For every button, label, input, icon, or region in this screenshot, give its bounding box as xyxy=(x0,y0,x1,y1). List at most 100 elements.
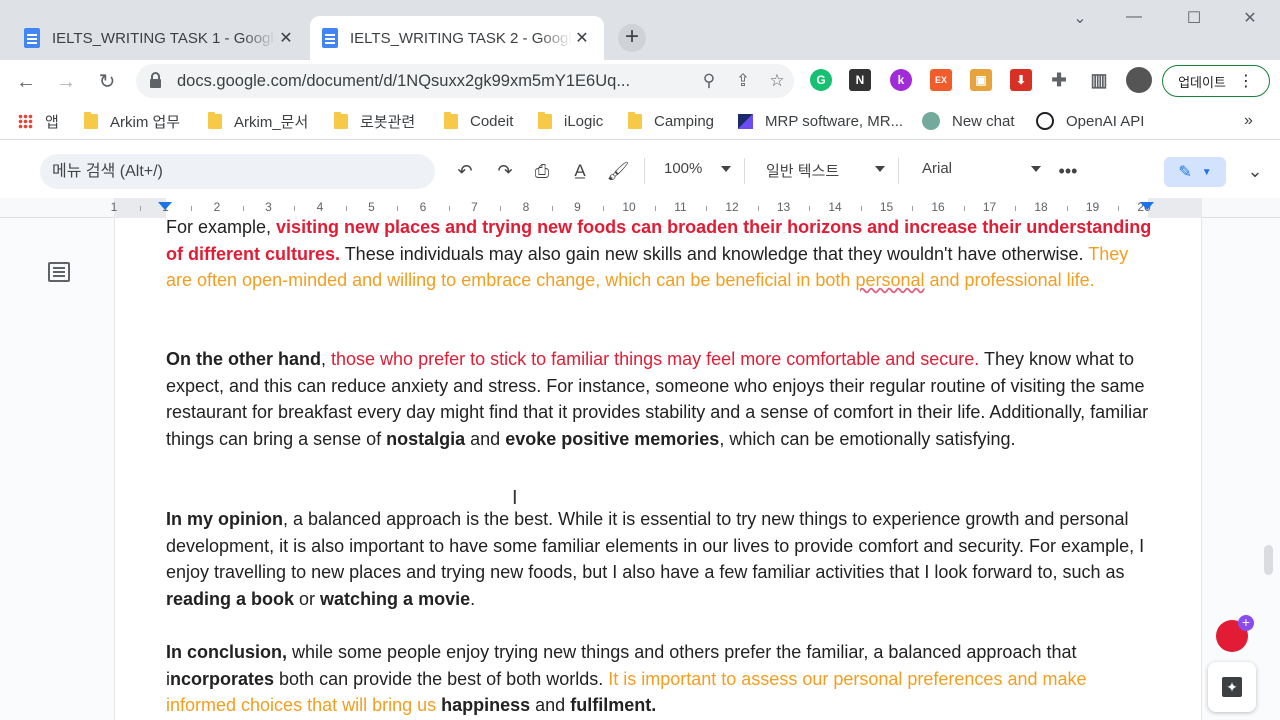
chevron-down-icon[interactable]: ⌄ xyxy=(1064,8,1096,32)
paragraph-2[interactable]: On the other hand, those who prefer to s… xyxy=(166,346,1156,452)
collapse-toolbar-icon[interactable]: ⌄ xyxy=(1242,158,1268,184)
extension-icon[interactable]: k xyxy=(890,69,912,91)
scrollbar-thumb[interactable] xyxy=(1264,545,1273,575)
extension-icon[interactable]: ▣ xyxy=(970,69,992,91)
ruler-tick xyxy=(963,206,965,211)
extension-icon[interactable]: EX xyxy=(930,69,952,91)
explore-button[interactable]: ✦ xyxy=(1208,662,1256,712)
minimize-icon[interactable]: — xyxy=(1118,8,1150,32)
editing-mode-button[interactable]: ✎ ▼ xyxy=(1164,157,1226,187)
back-icon[interactable]: ← xyxy=(12,68,40,96)
zoom-select[interactable]: 100% xyxy=(664,160,702,177)
bookmark-openai-api[interactable]: OpenAI API xyxy=(1036,110,1144,132)
left-indent-marker[interactable] xyxy=(158,202,172,210)
text-run: For example, xyxy=(166,217,277,237)
undo-icon[interactable]: ↶ xyxy=(452,158,478,184)
zoom-icon[interactable]: ⚲ xyxy=(692,71,726,91)
document-outline-icon[interactable] xyxy=(48,262,70,282)
ruler-tick xyxy=(191,206,193,211)
font-select[interactable]: Arial xyxy=(922,160,952,177)
extension-icon[interactable]: N xyxy=(849,69,871,91)
ruler-tick xyxy=(294,206,296,211)
star-icon[interactable]: ☆ xyxy=(760,71,794,91)
ruler-tick xyxy=(654,206,656,211)
divider xyxy=(744,158,745,184)
close-tab-icon[interactable]: ✕ xyxy=(276,28,296,48)
ruler-number: 7 xyxy=(471,200,478,214)
spellcheck-icon[interactable]: A̲ xyxy=(567,158,593,184)
lock-icon[interactable] xyxy=(150,72,161,88)
maximize-icon[interactable]: ☐ xyxy=(1178,8,1210,32)
bookmark-apps[interactable]: 앱 xyxy=(18,110,59,132)
divider xyxy=(898,158,899,184)
bookmark-camping[interactable]: Camping xyxy=(628,110,714,132)
extension-icon[interactable]: ⬇ xyxy=(1010,69,1032,91)
redo-icon[interactable]: ↷ xyxy=(492,158,518,184)
folder-icon xyxy=(84,111,98,129)
share-icon[interactable]: ⇪ xyxy=(726,71,760,91)
text-run: In my opinion xyxy=(166,509,283,529)
folder-icon xyxy=(628,111,642,129)
bookmark-codeit[interactable]: Codeit xyxy=(444,110,513,132)
menu-search-input[interactable]: 메뉴 검색 (Alt+/) xyxy=(40,154,435,189)
paint-format-icon[interactable]: 🖌︎ xyxy=(605,158,631,184)
close-icon[interactable]: ✕ xyxy=(1234,8,1266,32)
paragraph-1[interactable]: For example, visiting new places and try… xyxy=(166,214,1156,294)
bookmark-mrp[interactable]: MRP software, MR... xyxy=(738,110,903,132)
avatar[interactable] xyxy=(1126,67,1152,93)
apps-grid-icon xyxy=(18,113,33,129)
text-run: fulfilment. xyxy=(570,695,657,715)
ruler-number: 17 xyxy=(982,200,997,214)
reload-icon[interactable]: ↻ xyxy=(93,68,121,96)
tab-task2[interactable]: IELTS_WRITING TASK 2 - Google Docs ✕ xyxy=(310,16,604,60)
text-run: happiness xyxy=(441,695,531,715)
forward-icon[interactable]: → xyxy=(52,68,80,96)
url-text[interactable]: docs.google.com/document/d/1NQsuxx2gk99x… xyxy=(177,72,692,91)
plus-badge-icon[interactable]: + xyxy=(1238,615,1254,631)
text-run: On the other hand xyxy=(166,349,321,369)
puzzle-icon[interactable]: ✚ xyxy=(1048,69,1070,91)
update-button[interactable]: 업데이트 ⋮ xyxy=(1162,65,1270,97)
paragraph-3[interactable]: In my opinion, a balanced approach is th… xyxy=(166,506,1156,612)
omnibox[interactable]: docs.google.com/document/d/1NQsuxx2gk99x… xyxy=(136,64,794,98)
bookmark-robot[interactable]: 로봇관련 xyxy=(334,110,415,132)
browser-tab-strip: IELTS_WRITING TASK 1 - Google Docs ✕ IEL… xyxy=(0,0,1280,60)
text-run: and professional life. xyxy=(924,270,1095,290)
ruler-tick xyxy=(500,206,502,211)
chevron-down-icon[interactable] xyxy=(875,166,885,172)
text-run: These individuals may also gain new skil… xyxy=(340,243,1089,264)
bookmark-new-chat[interactable]: New chat xyxy=(922,110,1015,132)
text-run: those who prefer to stick to familiar th… xyxy=(331,349,980,369)
bookmark-arkim-docs[interactable]: Arkim_문서 xyxy=(208,110,308,132)
paragraph-4[interactable]: In conclusion, while some people enjoy t… xyxy=(166,639,1156,719)
bookmark-arkim-work[interactable]: Arkim 업무 xyxy=(84,110,180,132)
divider xyxy=(644,158,645,184)
right-indent-marker[interactable] xyxy=(1140,202,1154,210)
text-run: or xyxy=(294,588,321,609)
side-panel-icon[interactable]: ▥ xyxy=(1088,69,1110,91)
grammarly-icon[interactable]: G xyxy=(810,69,832,91)
ruler-number: 16 xyxy=(931,200,945,214)
ruler-tick xyxy=(706,206,708,211)
style-select[interactable]: 일반 텍스트 xyxy=(766,160,839,181)
folder-icon xyxy=(444,111,458,129)
more-horiz-icon[interactable]: ••• xyxy=(1056,158,1080,184)
chevron-down-icon[interactable] xyxy=(1031,166,1041,172)
ruler-tick xyxy=(809,206,811,211)
misspelled-word[interactable]: personal xyxy=(855,270,924,290)
chevron-down-icon[interactable] xyxy=(721,166,731,172)
more-bookmarks-icon[interactable]: » xyxy=(1244,110,1253,132)
pencil-icon: ✎ xyxy=(1178,164,1192,181)
ruler-tick xyxy=(551,206,553,211)
tab-title: IELTS_WRITING TASK 1 - Google Docs xyxy=(52,29,276,47)
ruler-number: 13 xyxy=(776,200,791,214)
folder-icon xyxy=(208,111,222,129)
close-tab-icon[interactable]: ✕ xyxy=(572,28,592,48)
bookmark-ilogic[interactable]: iLogic xyxy=(538,110,603,132)
print-icon[interactable]: ⎙ xyxy=(529,158,555,184)
plus-icon[interactable]: + xyxy=(618,24,646,52)
tab-task1[interactable]: IELTS_WRITING TASK 1 - Google Docs ✕ xyxy=(12,16,308,60)
ruler-number: 18 xyxy=(1034,200,1048,214)
ruler-number: 10 xyxy=(622,200,636,214)
text-run: evoke positive memories xyxy=(505,428,720,449)
